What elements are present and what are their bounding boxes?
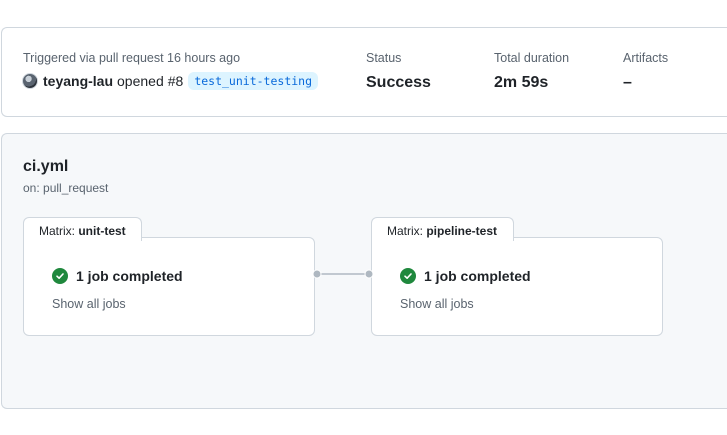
matrix-name: unit-test: [78, 224, 126, 238]
show-all-jobs-link[interactable]: Show all jobs: [400, 297, 474, 311]
duration-label: Total duration: [494, 51, 570, 65]
trigger-line: teyang-lau opened #8 test_unit-testing: [22, 72, 319, 90]
matrix-tab-unit-test: Matrix: unit-test: [23, 217, 142, 241]
show-all-jobs-link[interactable]: Show all jobs: [52, 297, 126, 311]
status-value: Success: [366, 74, 431, 91]
pr-link[interactable]: #8: [168, 73, 184, 89]
check-circle-icon: [52, 268, 68, 284]
workflow-trigger: on: pull_request: [23, 181, 109, 195]
duration-value[interactable]: 2m 59s: [494, 74, 569, 92]
workflow-graph: ci.yml on: pull_request Matrix: unit-tes…: [1, 133, 727, 409]
artifacts-value: –: [623, 74, 632, 91]
artifacts-label: Artifacts: [623, 51, 669, 65]
dependency-connector: [313, 269, 373, 279]
avatar[interactable]: [22, 73, 38, 89]
matrix-card-pipeline-test[interactable]: 1 job completed Show all jobs: [371, 237, 663, 336]
matrix-prefix: Matrix:: [387, 224, 427, 238]
actor-link[interactable]: teyang-lau: [43, 73, 113, 89]
run-summary-panel: Triggered via pull request 16 hours ago …: [1, 27, 727, 117]
job-status-row: 1 job completed: [400, 268, 531, 284]
trigger-description: Triggered via pull request 16 hours ago: [23, 51, 241, 65]
check-circle-icon: [400, 268, 416, 284]
action-text: opened: [117, 73, 164, 89]
matrix-card-unit-test[interactable]: 1 job completed Show all jobs: [23, 237, 315, 336]
status-stat: Status Success: [366, 51, 431, 92]
status-label: Status: [366, 51, 402, 65]
duration-stat: Total duration 2m 59s: [494, 51, 569, 92]
branch-badge[interactable]: test_unit-testing: [188, 72, 319, 90]
matrix-prefix: Matrix:: [39, 224, 79, 238]
matrix-name: pipeline-test: [426, 224, 498, 238]
matrix-tab-pipeline-test: Matrix: pipeline-test: [371, 217, 514, 241]
workflow-name[interactable]: ci.yml: [23, 158, 68, 176]
jobs-completed-text: 1 job completed: [424, 268, 531, 284]
jobs-completed-text: 1 job completed: [76, 268, 183, 284]
artifacts-stat: Artifacts –: [623, 51, 668, 92]
job-status-row: 1 job completed: [52, 268, 183, 284]
